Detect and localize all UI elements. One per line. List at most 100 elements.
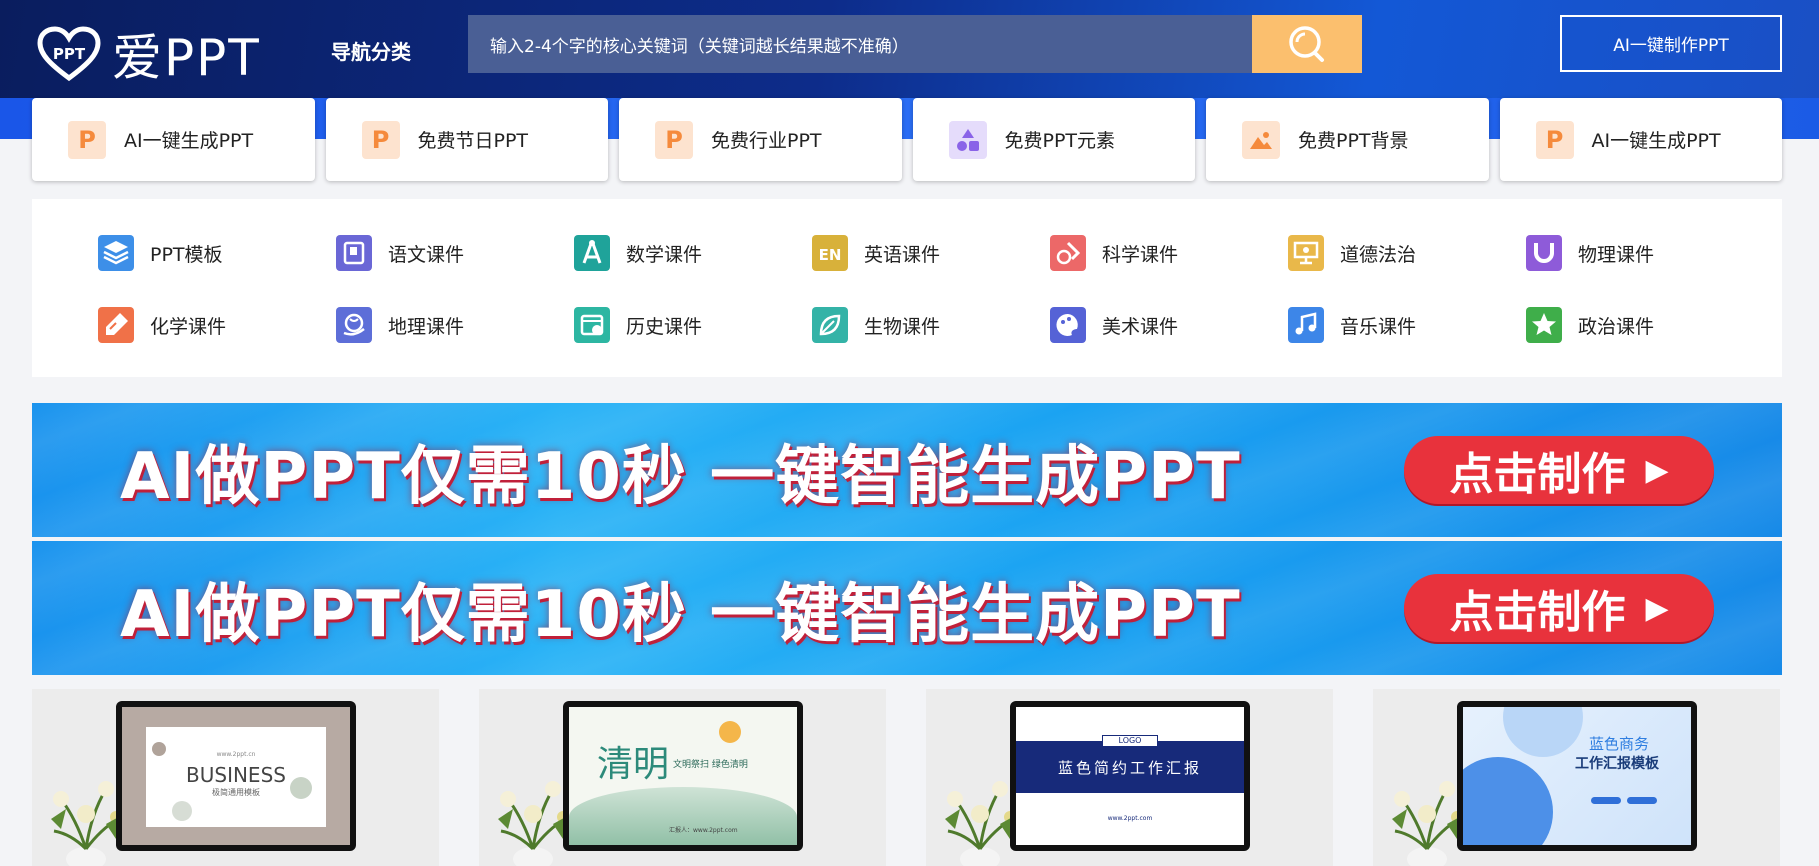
logo-badge: PPT bbox=[53, 45, 86, 63]
subject-label: 音乐课件 bbox=[1340, 315, 1417, 338]
subject-link[interactable]: 政治课件 bbox=[1526, 307, 1764, 343]
subject-label: 化学课件 bbox=[150, 315, 227, 338]
template-card[interactable]: 清明 文明祭扫 绿色清明 汇报人：www.2ppt.com bbox=[479, 689, 886, 866]
compass-icon bbox=[574, 235, 610, 271]
template-card[interactable]: BUSINESS 极简通用模板 www.2ppt.cn bbox=[32, 689, 439, 866]
flower-vase-icon bbox=[1392, 781, 1465, 866]
monitor-frame: 蓝色商务 工作汇报模板 bbox=[1457, 701, 1697, 851]
leaf-icon bbox=[812, 307, 848, 343]
subject-link[interactable]: 语文课件 bbox=[336, 235, 574, 271]
template-caption: www.2ppt.com bbox=[1107, 815, 1153, 822]
subject-grid: PPT模板 语文课件 数学课件 EN 英语课件 科学课件 道德法治 物理课件 化学课件 地理课件… bbox=[32, 199, 1782, 377]
category-card-label: 免费PPT元素 bbox=[1004, 130, 1116, 152]
category-card-label: 免费PPT背景 bbox=[1298, 130, 1409, 152]
logo-text: 爱PPT bbox=[112, 29, 261, 87]
banner-cta-button[interactable]: 点击制作 ▶ bbox=[1404, 436, 1714, 504]
subject-label: 数学课件 bbox=[626, 243, 703, 266]
category-card-label: AI一键生成PPT bbox=[124, 130, 254, 152]
ai-promo-banner-1[interactable]: AI做PPT仅需10秒 一键智能生成PPT 点击制作 ▶ bbox=[32, 403, 1782, 537]
subject-label: 地理课件 bbox=[388, 315, 465, 338]
search-placeholder: 输入2-4个字的核心关键词（关键词越长结果越不准确） bbox=[490, 36, 909, 57]
subject-label: 历史课件 bbox=[626, 315, 703, 338]
monitor-frame: LOGO 蓝色简约工作汇报 www.2ppt.com bbox=[1010, 701, 1250, 851]
template-card[interactable]: LOGO 蓝色简约工作汇报 www.2ppt.com bbox=[926, 689, 1333, 866]
globe-icon bbox=[336, 307, 372, 343]
category-card[interactable]: P 免费节日PPT bbox=[325, 98, 608, 181]
monitor-frame: BUSINESS 极简通用模板 www.2ppt.cn bbox=[116, 701, 356, 851]
template-caption: 汇报人：www.2ppt.com bbox=[669, 827, 738, 834]
p-icon: P bbox=[655, 120, 693, 159]
template-preview: 蓝色商务 工作汇报模板 bbox=[1463, 707, 1691, 845]
subject-link[interactable]: 美术课件 bbox=[1050, 307, 1288, 343]
p-icon: P bbox=[361, 120, 400, 159]
subject-label: PPT模板 bbox=[150, 243, 223, 266]
search-button[interactable] bbox=[1252, 15, 1362, 73]
subject-row-1: PPT模板 语文课件 数学课件 EN 英语课件 科学课件 道德法治 物理课件 bbox=[98, 235, 1764, 271]
subject-label: 美术课件 bbox=[1102, 315, 1179, 338]
category-card-label: AI一键生成PPT bbox=[1591, 130, 1721, 152]
category-card[interactable]: 免费PPT背景 bbox=[1206, 98, 1489, 181]
subject-link[interactable]: 数学课件 bbox=[574, 235, 812, 271]
ai-promo-banner-2[interactable]: AI做PPT仅需10秒 一键智能生成PPT 点击制作 ▶ bbox=[32, 541, 1782, 675]
template-caption: www.2ppt.cn bbox=[216, 751, 256, 758]
flower-vase-icon bbox=[51, 781, 124, 866]
category-card[interactable]: P AI一键生成PPT bbox=[32, 98, 315, 181]
en-icon: EN bbox=[812, 235, 848, 271]
subject-label: 生物课件 bbox=[864, 315, 941, 338]
image-icon bbox=[1242, 120, 1280, 159]
banner-cta-label: 点击制作 bbox=[1449, 449, 1626, 500]
banner-headline: AI做PPT仅需10秒 一键智能生成PPT bbox=[120, 578, 1241, 652]
template-thumbnails: BUSINESS 极简通用模板 www.2ppt.cn 清明 文明祭扫 绿色清明… bbox=[32, 689, 1782, 866]
category-card[interactable]: P 免费行业PPT bbox=[619, 98, 902, 181]
book-icon bbox=[336, 235, 372, 271]
subject-link[interactable]: 地理课件 bbox=[336, 307, 574, 343]
category-card-label: 免费行业PPT bbox=[711, 130, 822, 152]
subject-label: 英语课件 bbox=[864, 243, 941, 266]
tube-icon bbox=[98, 307, 134, 343]
flower-vase-icon bbox=[498, 781, 571, 866]
flower-vase-icon bbox=[945, 781, 1018, 866]
subject-label: 道德法治 bbox=[1340, 243, 1417, 266]
calendar-icon bbox=[574, 307, 610, 343]
subject-link[interactable]: 道德法治 bbox=[1288, 235, 1526, 271]
template-subtitle: 文明祭扫 绿色清明 bbox=[673, 760, 748, 770]
magnet-icon bbox=[1526, 235, 1562, 271]
subject-label: 语文课件 bbox=[388, 243, 465, 266]
search-input[interactable]: 输入2-4个字的核心关键词（关键词越长结果越不准确） bbox=[468, 15, 1252, 73]
shapes-icon bbox=[948, 120, 987, 159]
category-card[interactable]: 免费PPT元素 bbox=[912, 98, 1195, 181]
palette-icon bbox=[1050, 307, 1086, 343]
template-title: 蓝色商务 bbox=[1589, 735, 1650, 753]
site-logo[interactable]: PPT 爱PPT bbox=[36, 18, 261, 90]
subject-link[interactable]: PPT模板 bbox=[98, 235, 336, 271]
banner-cta-button[interactable]: 点击制作 ▶ bbox=[1404, 574, 1714, 642]
heart-logo-icon: PPT bbox=[37, 26, 101, 82]
category-card[interactable]: P AI一键生成PPT bbox=[1499, 98, 1782, 181]
subject-link[interactable]: 化学课件 bbox=[98, 307, 336, 343]
music-icon bbox=[1288, 307, 1324, 343]
template-subtitle: LOGO bbox=[1102, 735, 1158, 747]
subject-link[interactable]: 音乐课件 bbox=[1288, 307, 1526, 343]
template-preview: LOGO 蓝色简约工作汇报 www.2ppt.com bbox=[1016, 707, 1244, 845]
subject-row-2: 化学课件 地理课件 历史课件 生物课件 美术课件 音乐课件 政治课件 bbox=[98, 307, 1764, 343]
ai-make-ppt-button[interactable]: AI一键制作PPT bbox=[1560, 15, 1782, 72]
play-arrow-icon: ▶ bbox=[1645, 452, 1669, 488]
subject-link[interactable]: 科学课件 bbox=[1050, 235, 1288, 271]
subject-label: 科学课件 bbox=[1102, 243, 1179, 266]
p-icon: P bbox=[68, 120, 106, 159]
subject-link[interactable]: 物理课件 bbox=[1526, 235, 1764, 271]
subject-link[interactable]: EN 英语课件 bbox=[812, 235, 1050, 271]
category-card-label: 免费节日PPT bbox=[417, 130, 529, 152]
board-icon bbox=[1288, 235, 1324, 271]
banner-headline: AI做PPT仅需10秒 一键智能生成PPT bbox=[120, 440, 1241, 514]
subject-link[interactable]: 历史课件 bbox=[574, 307, 812, 343]
subject-link[interactable]: 生物课件 bbox=[812, 307, 1050, 343]
template-card[interactable]: 蓝色商务 工作汇报模板 bbox=[1373, 689, 1780, 866]
star-icon bbox=[1526, 307, 1562, 343]
layers-icon bbox=[98, 235, 134, 271]
template-preview: 清明 文明祭扫 绿色清明 汇报人：www.2ppt.com bbox=[569, 707, 797, 845]
p-icon: P bbox=[1535, 120, 1574, 159]
nav-category-link[interactable]: 导航分类 bbox=[331, 36, 411, 65]
svg-text:EN: EN bbox=[819, 246, 842, 264]
search-icon bbox=[1289, 26, 1324, 62]
